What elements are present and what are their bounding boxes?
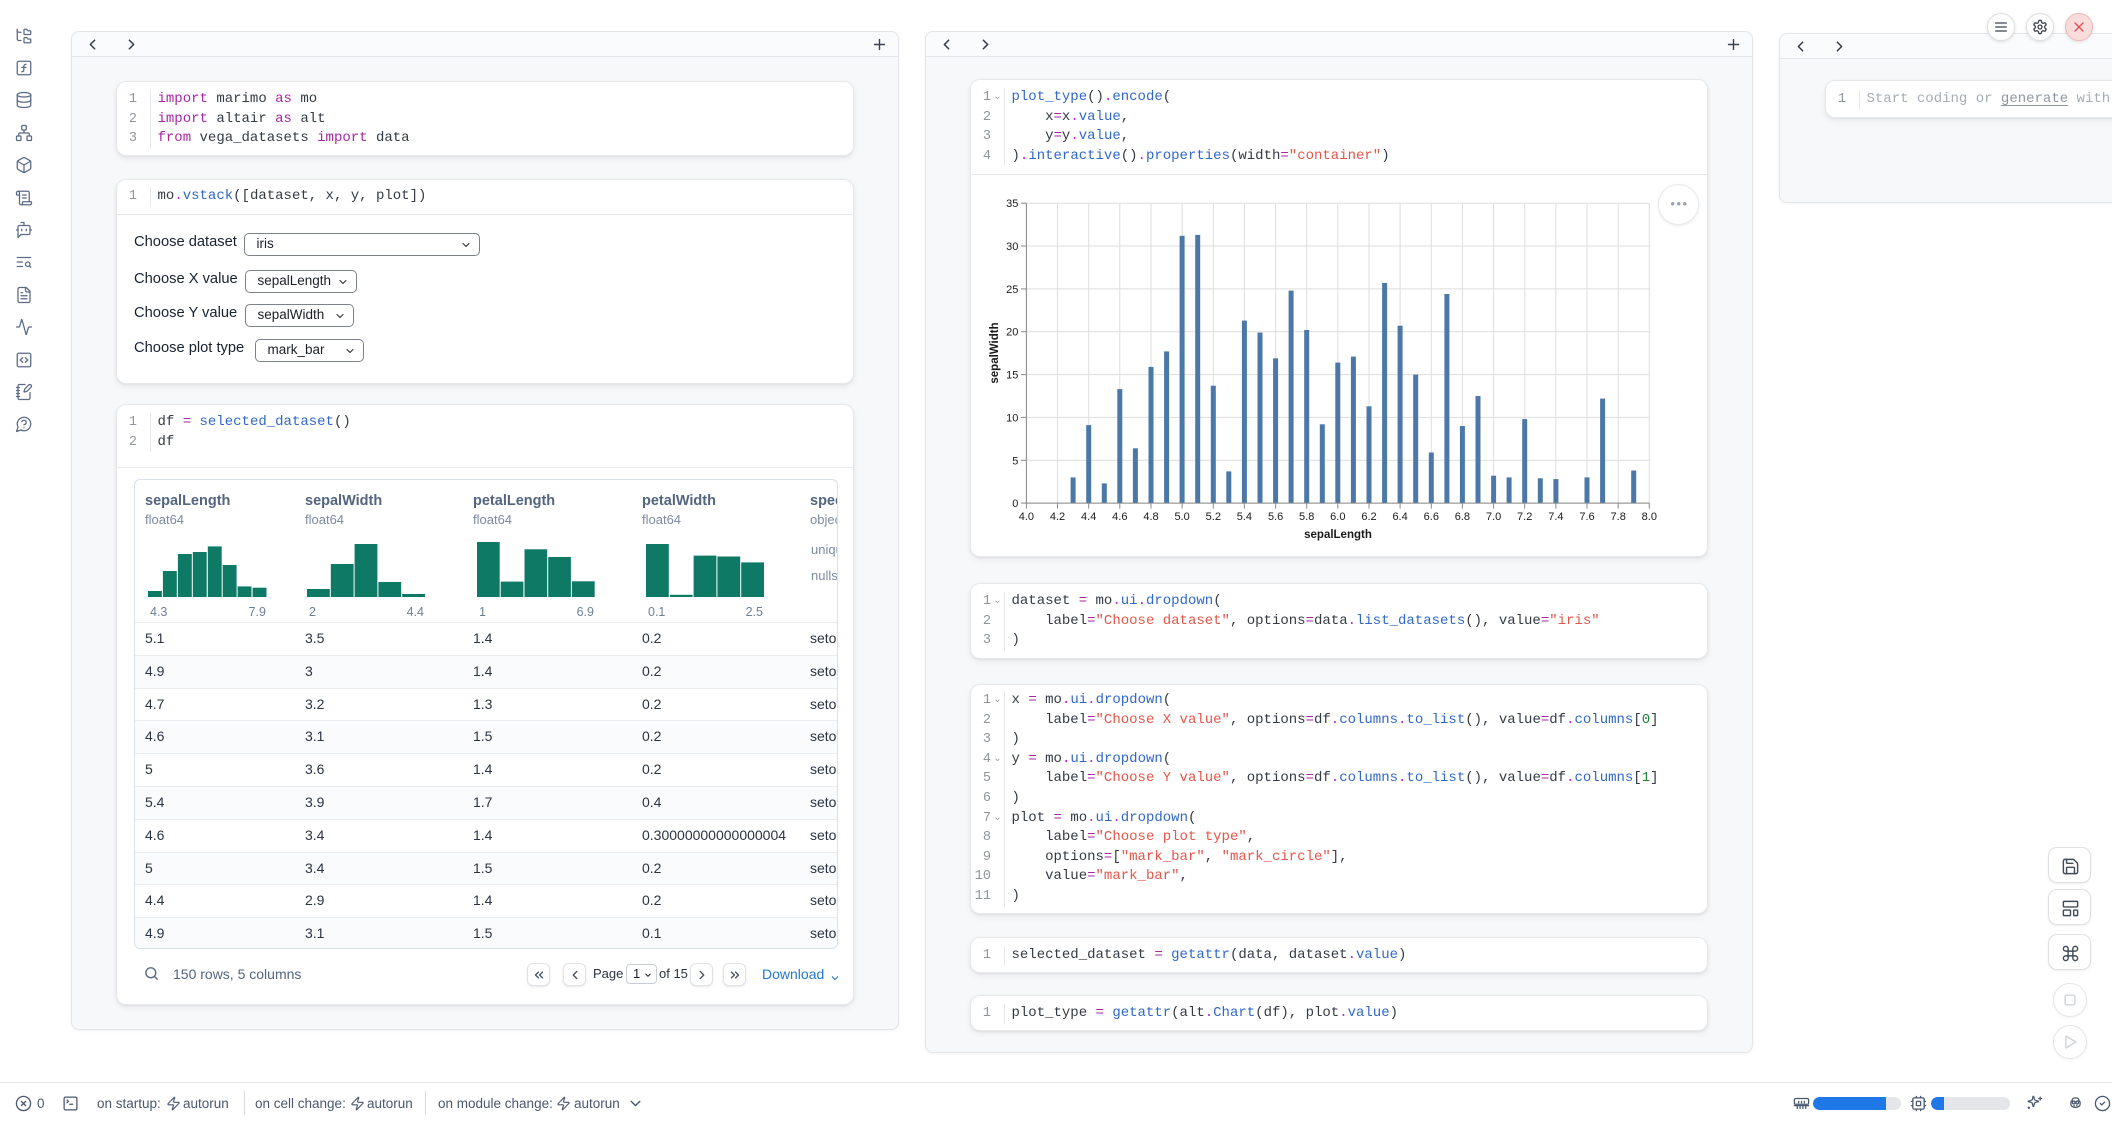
svg-text:6.0: 6.0 (1330, 511, 1345, 523)
svg-text:25: 25 (1006, 284, 1018, 296)
svg-text:5.0: 5.0 (1174, 511, 1189, 523)
svg-text:7.6: 7.6 (1579, 511, 1594, 523)
svg-text:5.4: 5.4 (1237, 511, 1252, 523)
svg-text:5.2: 5.2 (1206, 511, 1221, 523)
svg-text:15: 15 (1006, 370, 1018, 382)
svg-text:35: 35 (1006, 198, 1018, 210)
svg-text:20: 20 (1006, 327, 1018, 339)
svg-text:0: 0 (1012, 498, 1018, 510)
svg-text:30: 30 (1006, 241, 1018, 253)
svg-text:5: 5 (1012, 455, 1018, 467)
svg-text:8.0: 8.0 (1642, 511, 1657, 523)
svg-text:4.2: 4.2 (1050, 511, 1065, 523)
svg-text:7.4: 7.4 (1548, 511, 1563, 523)
svg-text:4.0: 4.0 (1019, 511, 1034, 523)
svg-text:4.6: 4.6 (1112, 511, 1127, 523)
svg-text:sepalWidth: sepalWidth (989, 322, 1001, 383)
svg-text:5.6: 5.6 (1268, 511, 1283, 523)
svg-text:10: 10 (1006, 412, 1018, 424)
svg-text:5.8: 5.8 (1299, 511, 1314, 523)
svg-text:sepalLength: sepalLength (1304, 529, 1372, 541)
svg-text:4.4: 4.4 (1081, 511, 1096, 523)
svg-text:7.8: 7.8 (1611, 511, 1626, 523)
svg-text:6.8: 6.8 (1455, 511, 1470, 523)
svg-text:6.4: 6.4 (1392, 511, 1407, 523)
svg-text:4.8: 4.8 (1143, 511, 1158, 523)
svg-text:7.0: 7.0 (1486, 511, 1501, 523)
svg-text:6.2: 6.2 (1361, 511, 1376, 523)
svg-text:7.2: 7.2 (1517, 511, 1532, 523)
svg-text:6.6: 6.6 (1424, 511, 1439, 523)
